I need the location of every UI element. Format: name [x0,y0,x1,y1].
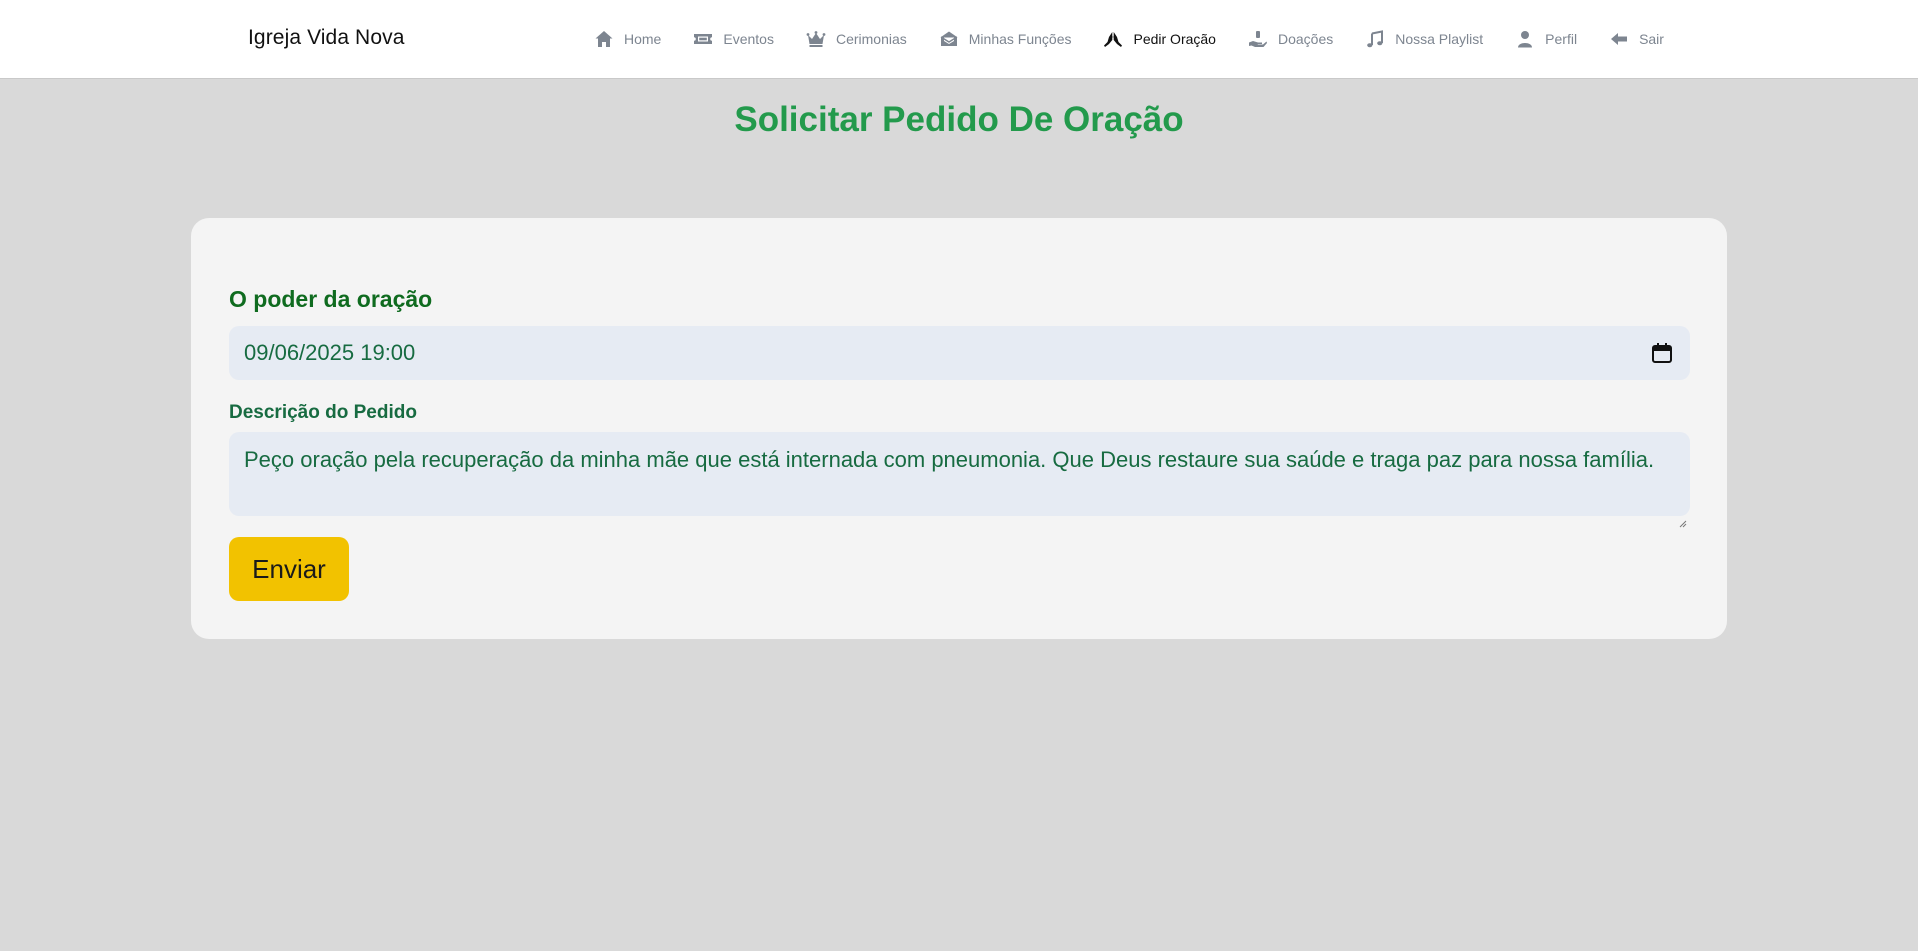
prayer-request-card: O poder da oração 09/06/2025 19:00 Descr… [191,218,1727,639]
section-title: O poder da oração [229,286,433,312]
nav-label: Minhas Funções [968,31,1072,47]
arrow-left-icon [1609,29,1629,49]
description-textarea[interactable]: Peço oração pela recuperação da minha mã… [229,432,1690,528]
nav-label: Nossa Playlist [1395,31,1484,47]
praying-hands-icon [1103,29,1123,49]
datetime-input[interactable]: 09/06/2025 19:00 [229,326,1690,380]
home-icon [594,29,614,49]
envelope-open-icon [939,29,959,49]
main-nav: Home Eventos Cerimonias Minhas Funções P… [594,0,1664,78]
resize-handle-icon[interactable] [1679,505,1687,528]
hand-holding-icon [1248,29,1268,49]
nav-label: Perfil [1545,31,1578,47]
nav-item-pedir-oracao[interactable]: Pedir Oração [1103,0,1216,78]
top-navbar: Igreja Vida Nova Home Eventos Cerimonias… [0,0,1918,79]
user-icon [1515,29,1535,49]
ticket-icon [693,29,713,49]
brand-name[interactable]: Igreja Vida Nova [248,26,404,50]
nav-label: Sair [1639,31,1664,47]
calendar-icon[interactable] [1650,341,1674,365]
nav-label: Pedir Oração [1133,31,1216,47]
nav-item-eventos[interactable]: Eventos [693,0,774,78]
nav-label: Cerimonias [835,31,907,47]
page-title: Solicitar Pedido De Oração [734,100,1184,139]
nav-item-sair[interactable]: Sair [1609,0,1664,78]
description-value: Peço oração pela recuperação da minha mã… [244,447,1655,472]
nav-item-minhas-funcoes[interactable]: Minhas Funções [939,0,1072,78]
submit-button[interactable]: Enviar [229,537,349,601]
nav-label: Doações [1277,31,1334,47]
nav-item-doacoes[interactable]: Doações [1248,0,1333,78]
datetime-value: 09/06/2025 19:00 [244,340,416,365]
description-label: Descrição do Pedido [229,402,417,423]
nav-label: Home [624,31,662,47]
nav-item-home[interactable]: Home [594,0,661,78]
nav-item-nossa-playlist[interactable]: Nossa Playlist [1365,0,1483,78]
nav-item-cerimonias[interactable]: Cerimonias [806,0,907,78]
nav-item-perfil[interactable]: Perfil [1515,0,1577,78]
nav-label: Eventos [723,31,774,47]
music-icon [1365,29,1385,49]
crown-icon [806,29,826,49]
